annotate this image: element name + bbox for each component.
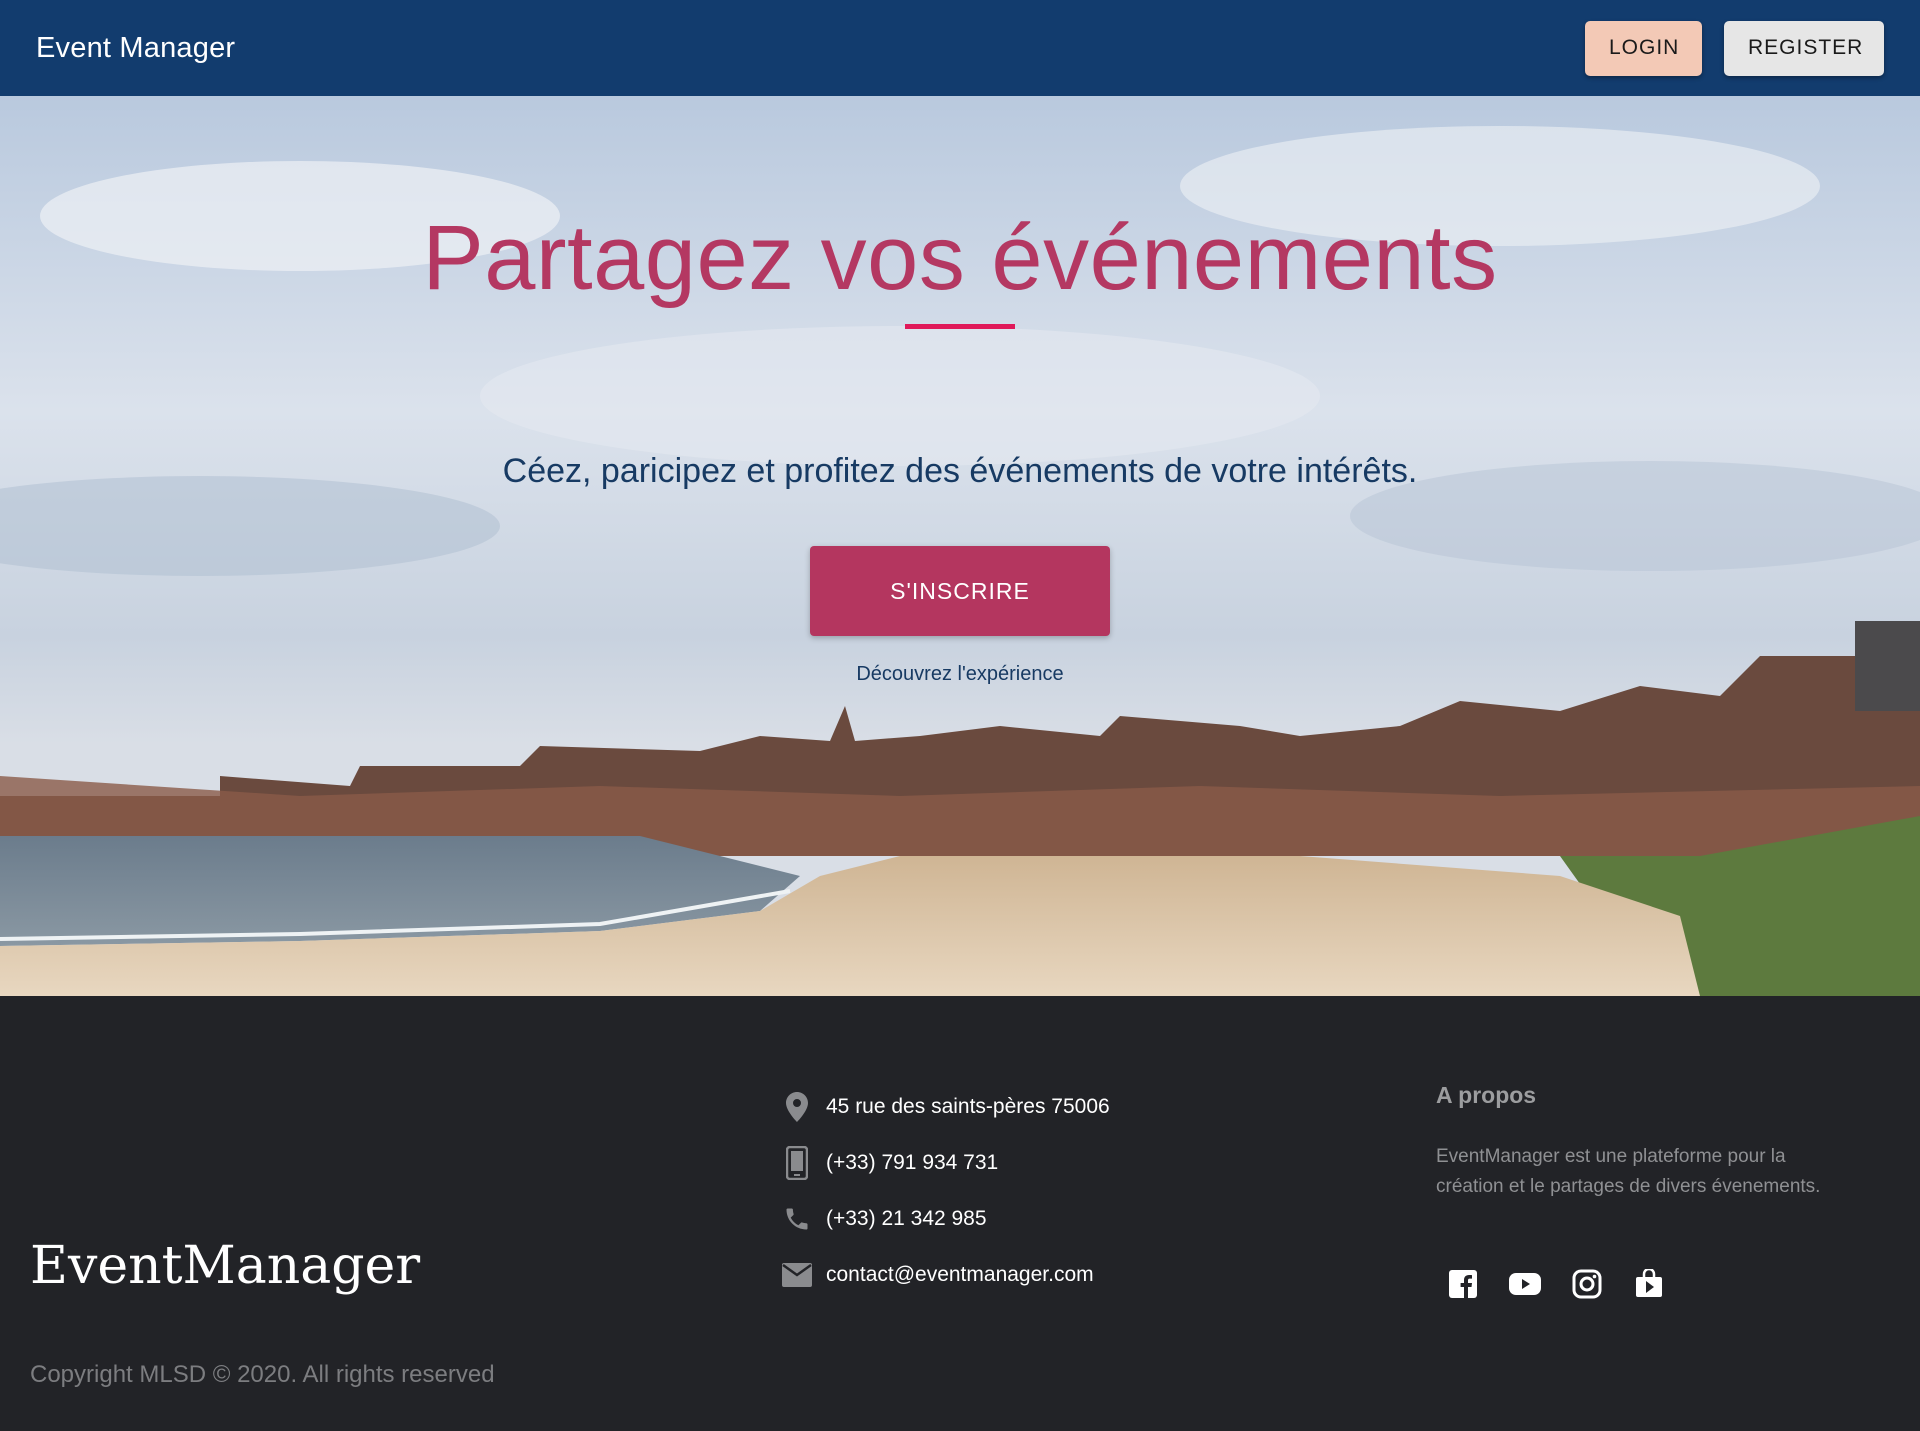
mobile-phone-icon <box>782 1146 812 1180</box>
hero-subtitle: Céez, paricipez et profitez des événemen… <box>502 452 1418 490</box>
instagram-icon[interactable] <box>1571 1268 1603 1300</box>
contact-email: contact@eventmanager.com <box>782 1258 1094 1292</box>
copyright-text: Copyright MLSD © 2020. All rights reserv… <box>30 1361 495 1388</box>
hero-section: Partagez vos événements Céez, paricipez … <box>0 96 1920 996</box>
play-store-icon[interactable] <box>1633 1268 1665 1300</box>
signup-button[interactable]: S'INSCRIRE <box>810 546 1110 636</box>
location-pin-icon <box>782 1090 812 1124</box>
contact-address: 45 rue des saints-pères 75006 <box>782 1090 1110 1124</box>
contact-mobile: (+33) 791 934 731 <box>782 1146 998 1180</box>
phone-text[interactable]: (+33) 21 342 985 <box>826 1207 987 1231</box>
about-text: EventManager est une plateforme pour la … <box>1436 1146 1821 1197</box>
title-underline <box>905 324 1015 329</box>
register-button[interactable]: REGISTER <box>1724 20 1884 76</box>
youtube-icon[interactable] <box>1509 1268 1541 1300</box>
brand-title[interactable]: Event Manager <box>36 32 235 65</box>
hero-title: Partagez vos événements <box>422 207 1498 309</box>
top-navbar: Event Manager LOGIN REGISTER <box>0 0 1920 96</box>
footer: EventManager Copyright MLSD © 2020. All … <box>0 996 1920 1431</box>
phone-icon <box>782 1202 812 1236</box>
about-title: A propos <box>1436 1082 1537 1108</box>
contact-phone: (+33) 21 342 985 <box>782 1202 987 1236</box>
mobile-text[interactable]: (+33) 791 934 731 <box>826 1151 998 1175</box>
login-button[interactable]: LOGIN <box>1585 20 1702 76</box>
footer-logo: EventManager <box>30 1236 421 1296</box>
email-link[interactable]: contact@eventmanager.com <box>826 1263 1094 1287</box>
hero-note: Découvrez l'expérience <box>856 663 1064 685</box>
mail-icon <box>782 1258 812 1292</box>
facebook-icon[interactable] <box>1447 1268 1479 1300</box>
social-links <box>1447 1268 1665 1300</box>
nav-actions: LOGIN REGISTER <box>1585 20 1884 76</box>
address-text: 45 rue des saints-pères 75006 <box>826 1095 1110 1118</box>
